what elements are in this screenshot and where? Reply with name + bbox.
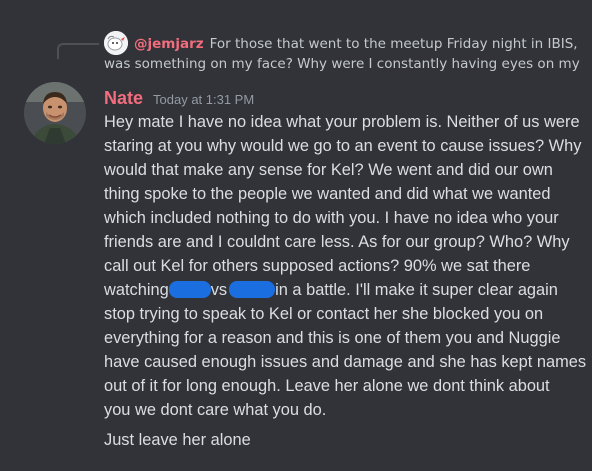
message-line: staring at you why would we go to an eve… bbox=[104, 137, 582, 155]
message-line: thing spoke to the people we wanted and … bbox=[104, 185, 551, 203]
message-line-redacted: watching vs in a battle. I'll make it supe… bbox=[104, 278, 588, 302]
message-content: Hey mate I have no idea what your proble… bbox=[104, 110, 588, 452]
author-avatar[interactable] bbox=[24, 82, 86, 144]
line-text: watching bbox=[104, 281, 169, 299]
line-text: in a battle. I'll make it super clear ag… bbox=[275, 281, 558, 299]
followup-message: Just leave her alone bbox=[104, 431, 251, 449]
avatar-image bbox=[24, 82, 86, 144]
reply-spine bbox=[57, 43, 99, 59]
message-line: which included nothing to do with you. I… bbox=[104, 209, 559, 227]
message-line: friends are and I couldnt care less. As … bbox=[104, 233, 570, 251]
message-line: would that make any sense for Kel? We we… bbox=[104, 161, 553, 179]
message-line: call out Kel for others supposed actions… bbox=[104, 257, 531, 275]
message-line: you we dont care what you do. bbox=[104, 401, 327, 419]
message-line: out of it for long enough. Leave her alo… bbox=[104, 377, 550, 395]
author-name[interactable]: Nate bbox=[104, 88, 143, 109]
message-line: Hey mate I have no idea what your proble… bbox=[104, 113, 580, 131]
reply-author-name[interactable]: @jemjarz bbox=[134, 36, 204, 52]
message-timestamp[interactable]: Today at 1:31 PM bbox=[153, 92, 254, 107]
line-text: vs bbox=[210, 281, 228, 299]
message-header: Nate Today at 1:31 PM bbox=[104, 88, 254, 112]
message-line: have caused enough issues and damage and… bbox=[104, 353, 587, 371]
message-line: stop trying to speak to Kel or contact h… bbox=[104, 305, 544, 323]
message-line: everything for a reason and this is one … bbox=[104, 329, 561, 347]
replied-message-preview[interactable]: @jemjarz For those that went to the meetu… bbox=[104, 34, 588, 74]
redaction-mark bbox=[168, 281, 211, 298]
redaction-mark bbox=[229, 281, 276, 298]
